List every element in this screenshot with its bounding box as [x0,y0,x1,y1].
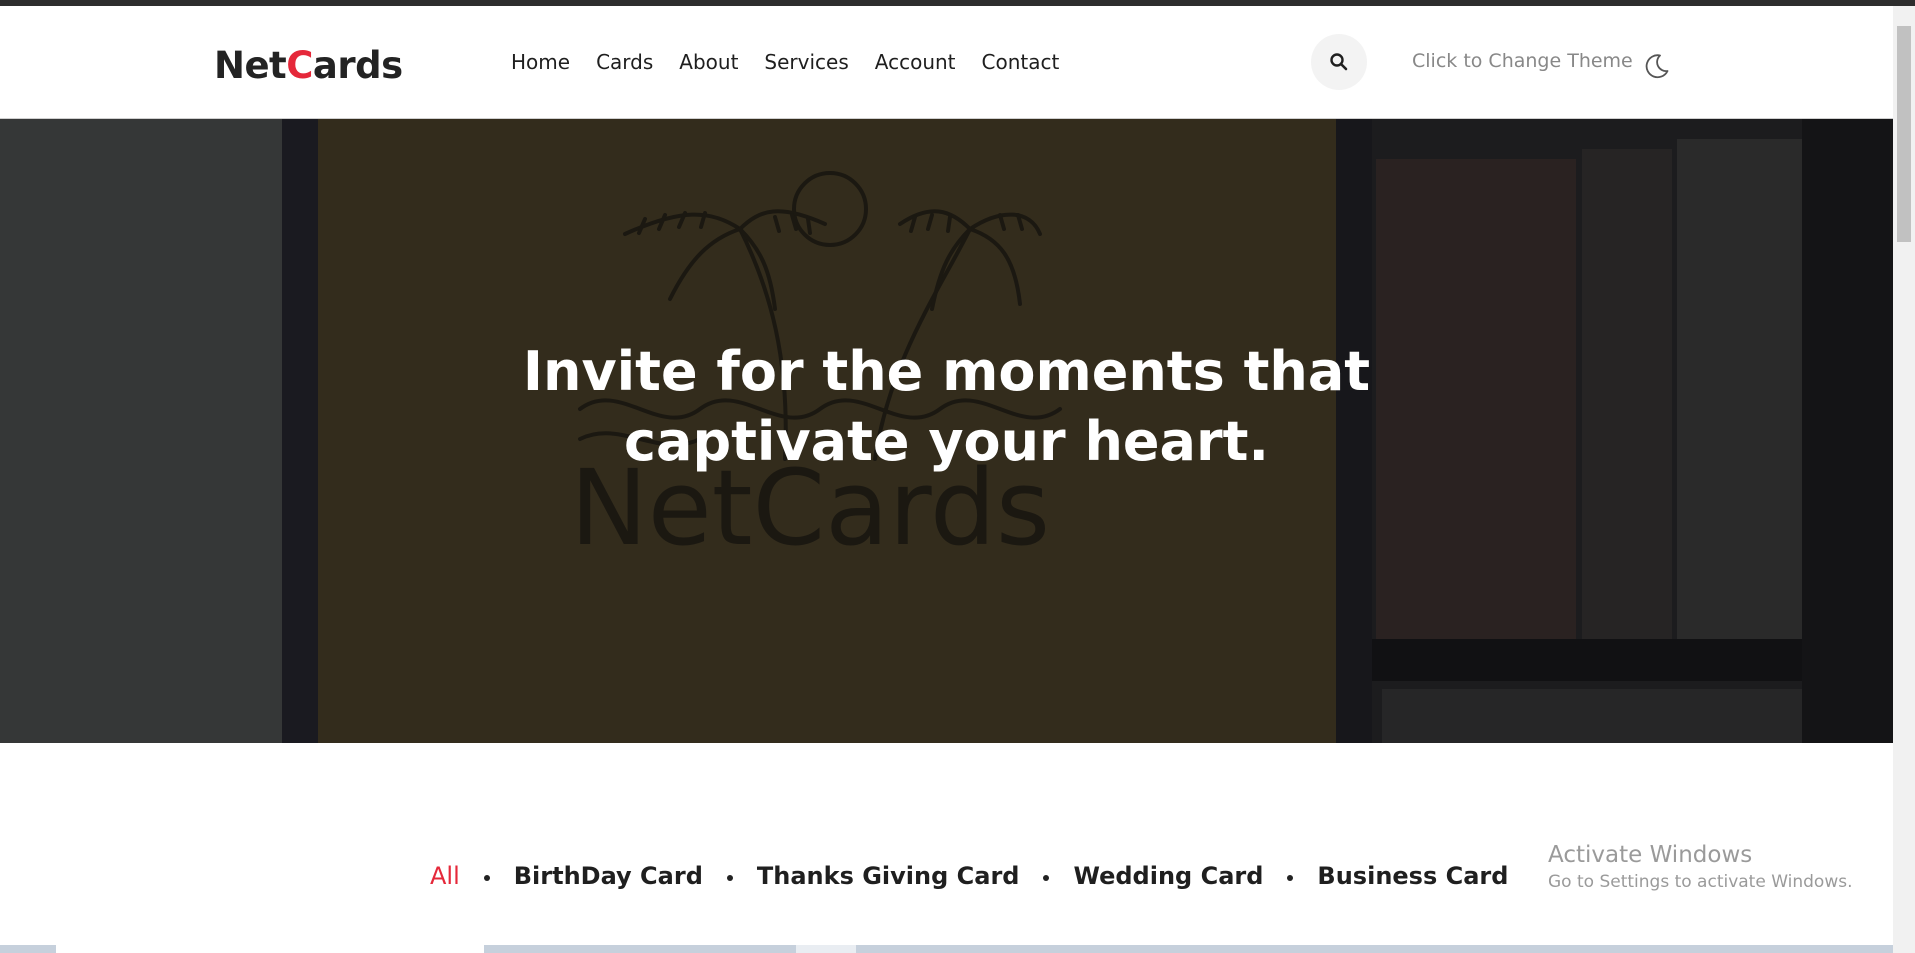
nav-about[interactable]: About [679,50,738,74]
logo-text-ards: ards [312,44,403,87]
hero-banner: NetCards Invite for the moments that cap… [0,119,1893,743]
main-nav: Home Cards About Services Account Contac… [511,50,1085,74]
watermark-title: Activate Windows [1548,842,1753,868]
logo-text-net: Net [214,44,287,87]
nav-services[interactable]: Services [764,50,848,74]
moon-icon[interactable] [1643,52,1671,80]
filter-wedding-card[interactable]: Wedding Card [1073,862,1263,890]
logo-text-accent: C [286,44,313,87]
site-logo[interactable]: NetCards [214,44,403,87]
nav-home[interactable]: Home [511,50,570,74]
nav-account[interactable]: Account [875,50,956,74]
change-theme-label[interactable]: Click to Change Theme [1412,50,1633,72]
hero-title: Invite for the moments that captivate yo… [0,337,1893,477]
activate-windows-watermark: Activate Windows Go to Settings to activ… [1548,842,1853,892]
filter-separator [483,875,490,881]
nav-cards[interactable]: Cards [596,50,653,74]
filter-all[interactable]: All [430,862,460,890]
filter-birthday-card[interactable]: BirthDay Card [514,862,703,890]
nav-contact[interactable]: Contact [982,50,1060,74]
search-button[interactable] [1311,34,1367,90]
watermark-subtitle: Go to Settings to activate Windows. [1548,872,1853,892]
scrollbar-thumb[interactable] [1897,26,1911,242]
filter-thanksgiving-card[interactable]: Thanks Giving Card [757,862,1020,890]
search-icon [1330,53,1348,71]
filter-separator [726,875,733,881]
filter-separator [1043,875,1050,881]
site-header: NetCards Home Cards About Services Accou… [0,6,1893,119]
filter-separator [1287,875,1294,881]
card-filter-bar: All BirthDay Card Thanks Giving Card Wed… [430,862,1508,890]
hero-title-line1: Invite for the moments that [522,340,1371,403]
filter-business-card[interactable]: Business Card [1317,862,1508,890]
vertical-scrollbar[interactable] [1893,6,1915,953]
bottom-strip [0,945,1893,953]
hero-title-line2: captivate your heart. [624,410,1269,473]
